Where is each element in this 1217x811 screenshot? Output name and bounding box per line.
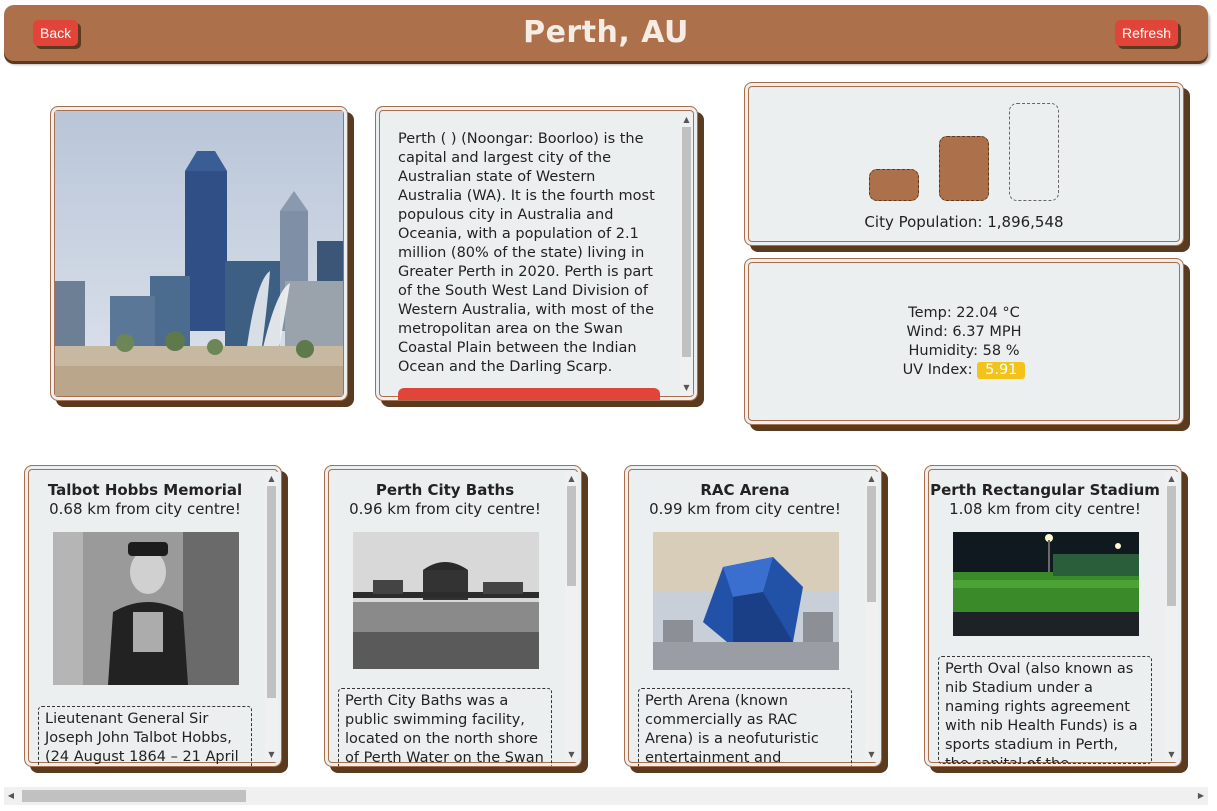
attraction-card: Perth City Baths 0.96 km from city centr… bbox=[324, 465, 582, 767]
weather-card: Temp: 22.04 °C Wind: 6.37 MPH Humidity: … bbox=[744, 258, 1184, 425]
attraction-distance: 0.99 km from city centre! bbox=[649, 500, 841, 518]
attraction-description: Lieutenant General Sir Joseph John Talbo… bbox=[38, 706, 252, 766]
attraction-scrollbar[interactable]: ▲ ▼ bbox=[565, 472, 578, 762]
attraction-name: RAC Arena bbox=[700, 481, 790, 499]
attraction-distance: 0.68 km from city centre! bbox=[49, 500, 241, 518]
scroll-thumb[interactable] bbox=[267, 486, 276, 698]
attraction-scrollbar[interactable]: ▲ ▼ bbox=[265, 472, 278, 762]
attraction-distance: 0.96 km from city centre! bbox=[349, 500, 541, 518]
wind-text: Wind: 6.37 MPH bbox=[906, 324, 1022, 340]
population-label: City Population: 1,896,548 bbox=[864, 213, 1064, 231]
portrait-photo-icon bbox=[53, 532, 239, 685]
scroll-down-icon[interactable]: ▼ bbox=[1165, 748, 1178, 762]
stadium-photo-icon bbox=[953, 532, 1139, 636]
attraction-card: Perth Rectangular Stadium 1.08 km from c… bbox=[924, 465, 1182, 767]
attraction-name: Talbot Hobbs Memorial bbox=[47, 481, 243, 499]
attraction-description: Perth City Baths was a public swimming f… bbox=[338, 688, 552, 766]
scroll-down-icon[interactable]: ▼ bbox=[265, 748, 278, 762]
attraction-name: Perth Rectangular Stadium bbox=[930, 481, 1160, 499]
scroll-left-icon[interactable]: ◀ bbox=[4, 787, 18, 805]
scroll-right-icon[interactable]: ▶ bbox=[1194, 787, 1208, 805]
temperature-text: Temp: 22.04 °C bbox=[908, 305, 1020, 321]
header-bar: Back Perth, AU Refresh bbox=[4, 5, 1208, 61]
population-level-1 bbox=[869, 169, 919, 201]
uv-row: UV Index: 5.91 bbox=[745, 361, 1183, 380]
attraction-name: Perth City Baths bbox=[375, 481, 515, 499]
city-description: Perth ( ) (Noongar: Boorloo) is the capi… bbox=[398, 131, 655, 375]
population-level-2 bbox=[939, 136, 989, 201]
scroll-thumb[interactable] bbox=[1167, 486, 1176, 606]
uv-label: UV Index: bbox=[902, 362, 973, 378]
attraction-card: Talbot Hobbs Memorial 0.68 km from city … bbox=[24, 465, 282, 767]
scroll-down-icon[interactable]: ▼ bbox=[680, 381, 693, 395]
scroll-up-icon[interactable]: ▲ bbox=[565, 472, 578, 486]
attraction-card: RAC Arena 0.99 km from city centre! Pert… bbox=[624, 465, 882, 767]
scroll-thumb[interactable] bbox=[867, 486, 876, 602]
page-title: Perth, AU bbox=[523, 15, 689, 50]
humidity-text: Humidity: 58 % bbox=[908, 343, 1020, 359]
population-card: City Population: 1,896,548 bbox=[744, 82, 1184, 246]
attraction-description: Perth Arena (known commercially as RAC A… bbox=[638, 688, 852, 766]
arena-photo-icon bbox=[653, 532, 839, 670]
uv-index-badge: 5.91 bbox=[977, 362, 1026, 379]
scroll-up-icon[interactable]: ▲ bbox=[1165, 472, 1178, 486]
refresh-button[interactable]: Refresh bbox=[1114, 20, 1178, 46]
city-skyline-photo bbox=[55, 111, 343, 396]
horizontal-scroll-thumb[interactable] bbox=[22, 790, 246, 802]
population-level-3 bbox=[1009, 103, 1059, 201]
description-scrollbar[interactable]: ▲ ▼ bbox=[680, 113, 693, 395]
read-more-button[interactable] bbox=[398, 388, 660, 400]
scroll-thumb[interactable] bbox=[682, 127, 691, 357]
scroll-up-icon[interactable]: ▲ bbox=[265, 472, 278, 486]
attraction-scrollbar[interactable]: ▲ ▼ bbox=[865, 472, 878, 762]
scroll-up-icon[interactable]: ▲ bbox=[680, 113, 693, 127]
scroll-down-icon[interactable]: ▼ bbox=[865, 748, 878, 762]
city-photo-card bbox=[50, 106, 348, 401]
scroll-thumb[interactable] bbox=[567, 486, 576, 586]
scroll-down-icon[interactable]: ▼ bbox=[565, 748, 578, 762]
attraction-distance: 1.08 km from city centre! bbox=[949, 500, 1141, 518]
city-description-card: Perth ( ) (Noongar: Boorloo) is the capi… bbox=[375, 106, 698, 401]
horizontal-scrollbar[interactable]: ◀ ▶ bbox=[4, 787, 1208, 805]
scroll-up-icon[interactable]: ▲ bbox=[865, 472, 878, 486]
attraction-scrollbar[interactable]: ▲ ▼ bbox=[1165, 472, 1178, 762]
attraction-description: Perth Oval (also known as nib Stadium un… bbox=[938, 656, 1152, 764]
baths-photo-icon bbox=[353, 532, 539, 669]
